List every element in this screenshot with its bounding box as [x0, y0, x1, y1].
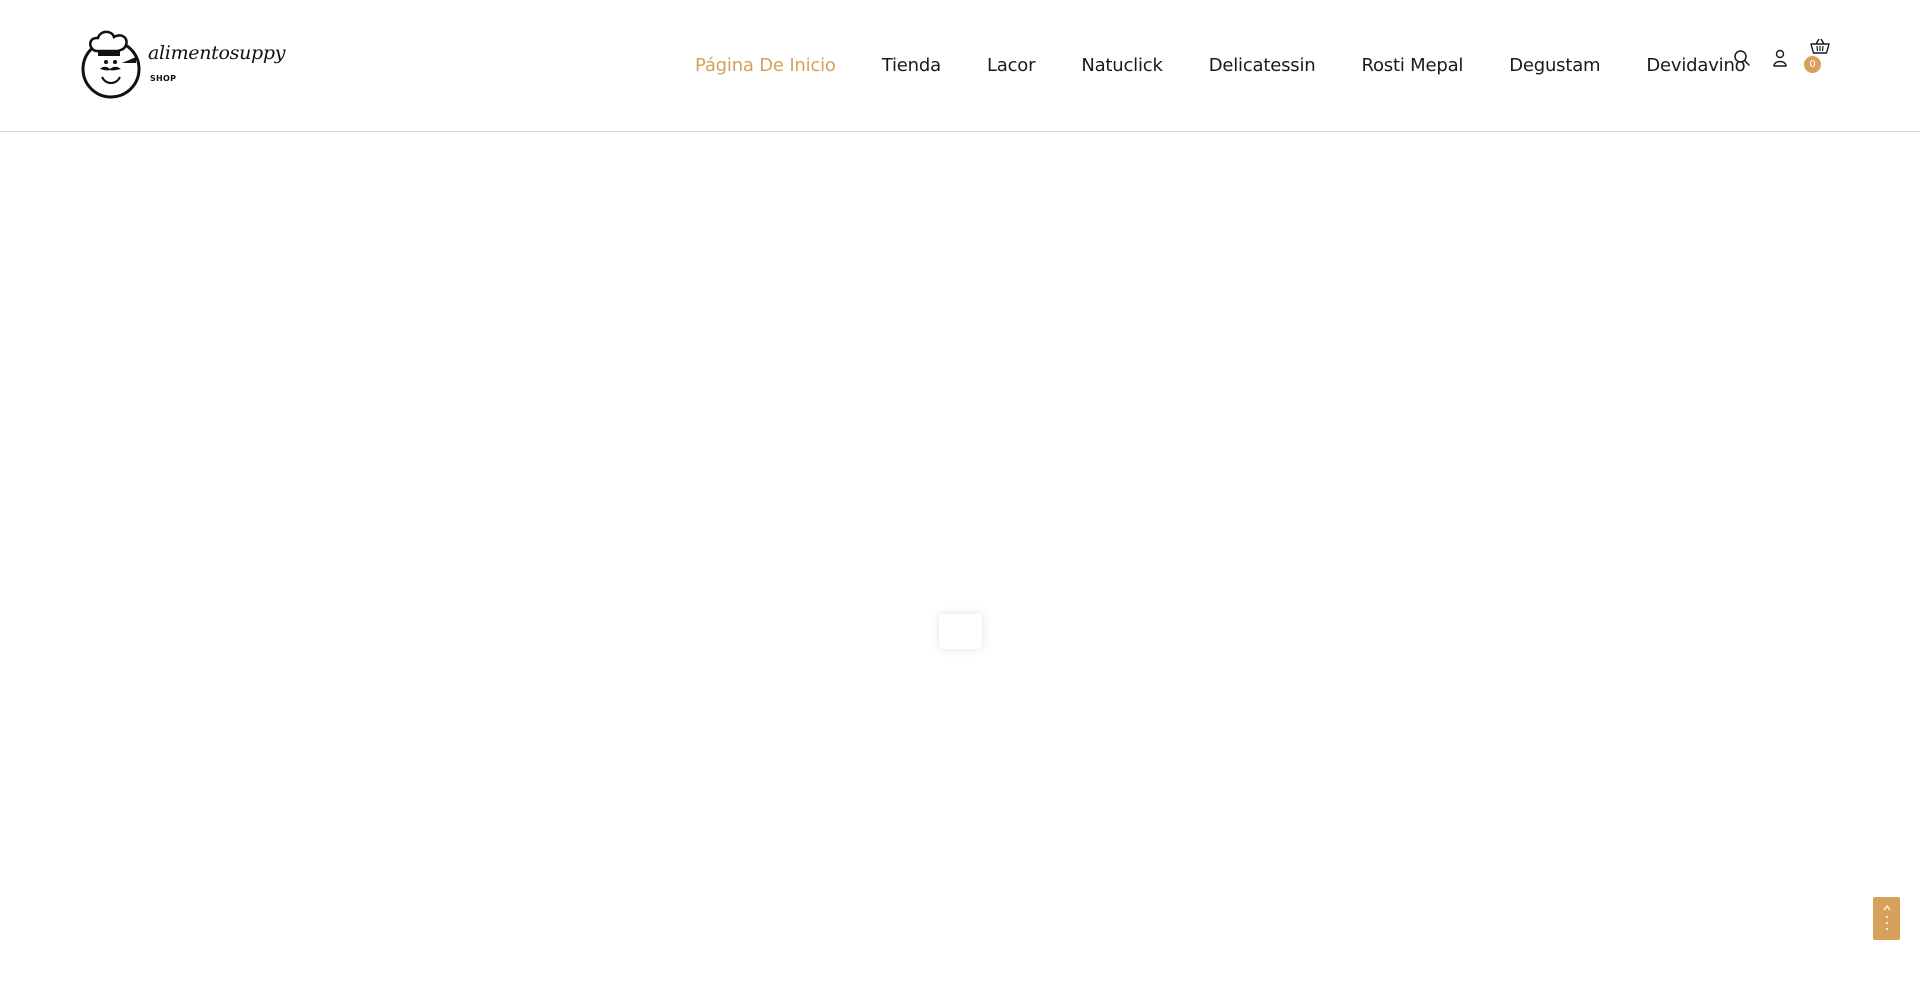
nav-item-inicio[interactable]: Página De Inicio: [695, 55, 836, 76]
brand-name: alimentosuppy: [148, 42, 286, 64]
nav-item-rosti-mepal[interactable]: Rosti Mepal: [1361, 55, 1463, 76]
brand-logo[interactable]: alimentosuppy SHOP: [78, 28, 286, 100]
nav-item-tienda[interactable]: Tienda: [882, 55, 941, 76]
nav-item-natuclick[interactable]: Natuclick: [1081, 55, 1163, 76]
header-icons: 0: [1732, 38, 1830, 73]
cart-count-badge: 0: [1804, 56, 1821, 73]
nav-item-delicatessin[interactable]: Delicatessin: [1209, 55, 1316, 76]
cart-button[interactable]: 0: [1804, 36, 1830, 73]
back-to-top-button[interactable]: [1873, 897, 1900, 940]
nav-item-degustam[interactable]: Degustam: [1509, 55, 1600, 76]
user-icon[interactable]: [1770, 48, 1790, 68]
nav-item-devidavino[interactable]: Devidavino: [1646, 55, 1745, 76]
site-header: alimentosuppy SHOP Página De Inicio Tien…: [0, 0, 1920, 132]
search-icon[interactable]: [1732, 48, 1752, 68]
nav-item-lacor[interactable]: Lacor: [987, 55, 1036, 76]
arrow-up-icon: [1883, 904, 1890, 930]
chef-mascot-icon: [81, 30, 141, 99]
main-nav: Página De Inicio Tienda Lacor Natuclick …: [695, 0, 1746, 130]
loading-indicator: [939, 614, 982, 649]
brand-subtitle: SHOP: [150, 74, 177, 83]
basket-icon: [1810, 38, 1830, 54]
